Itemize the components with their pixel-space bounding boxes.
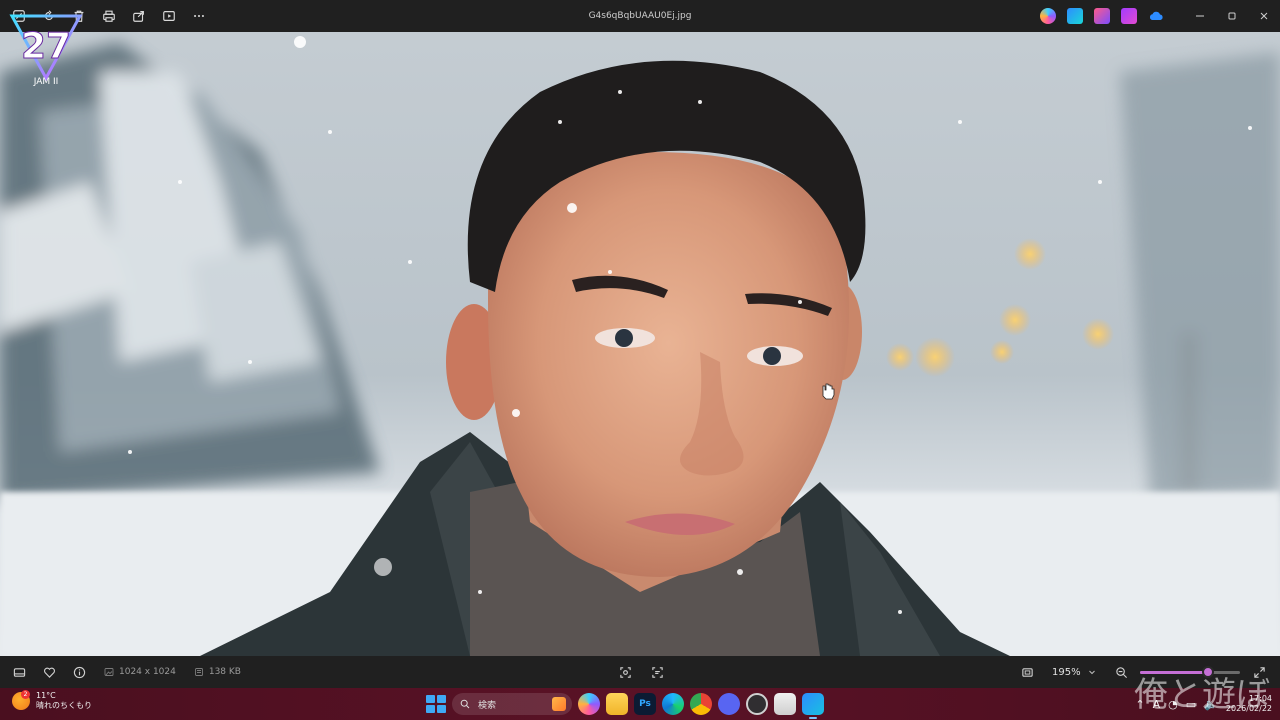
file-info-button[interactable] — [66, 659, 92, 685]
filmstrip-button[interactable] — [6, 659, 32, 685]
info-bar: 1024 x 1024 138 KB 195% — [0, 656, 1280, 688]
dimensions-text: 1024 x 1024 — [119, 667, 176, 677]
start-button[interactable] — [424, 693, 446, 715]
weather-text: 11°C 晴れのちくもり — [36, 691, 92, 711]
zoom-out-button[interactable] — [1108, 659, 1134, 685]
zoom-slider[interactable] — [1140, 661, 1240, 683]
clipchamp-icon[interactable] — [1121, 8, 1137, 24]
expand-icon — [1253, 666, 1265, 678]
chrome-icon[interactable] — [690, 693, 712, 715]
dimensions-info: 1024 x 1024 — [104, 667, 176, 677]
scan-text-button[interactable] — [644, 659, 670, 685]
text-scan-icon — [651, 666, 663, 678]
search-icon — [460, 699, 470, 709]
designer-icon[interactable] — [1067, 8, 1083, 24]
photoshop-icon[interactable]: Ps — [634, 693, 656, 715]
copilot-icon[interactable] — [1040, 8, 1056, 24]
minimize-button[interactable] — [1184, 0, 1216, 32]
share-button[interactable] — [126, 3, 152, 29]
windows-taskbar: 2 11°C 晴れのちくもり 検索 Ps ⌃ A ◔ ▭ 🔈 17:04 202… — [0, 688, 1280, 720]
display-icon[interactable]: ▭ — [1186, 698, 1196, 711]
onedrive-icon[interactable] — [1148, 8, 1164, 24]
restore-icon — [1228, 12, 1236, 20]
share-icon — [133, 11, 144, 22]
file-size-info: 138 KB — [194, 667, 241, 677]
clock[interactable]: 17:04 2026/02/22 — [1226, 694, 1272, 714]
file-explorer-icon[interactable] — [606, 693, 628, 715]
photos-taskbar-icon[interactable] — [802, 693, 824, 719]
info-bar-right: 195% — [1014, 656, 1272, 688]
maximize-button[interactable] — [1216, 0, 1248, 32]
file-size-text: 138 KB — [208, 667, 241, 677]
system-tray: ⌃ A ◔ ▭ 🔈 17:04 2026/02/22 — [1135, 688, 1272, 720]
weather-icon: 2 — [12, 690, 30, 710]
ime-icon[interactable]: A — [1153, 698, 1161, 711]
fit-icon — [1021, 667, 1033, 677]
zoom-slider-thumb[interactable] — [1202, 666, 1214, 678]
info-bar-left: 1024 x 1024 138 KB — [0, 656, 241, 688]
image-canvas[interactable] — [0, 32, 1280, 656]
info-icon — [73, 666, 85, 678]
visual-search-button[interactable] — [612, 659, 638, 685]
obs-icon[interactable] — [746, 693, 768, 715]
heart-icon — [43, 667, 55, 678]
store-icon[interactable] — [774, 693, 796, 715]
svg-text:JAM II: JAM II — [33, 77, 59, 86]
search-highlight-icon — [552, 697, 566, 711]
favorite-button[interactable] — [36, 659, 62, 685]
info-bar-center — [612, 659, 670, 685]
network-icon[interactable]: ◔ — [1168, 698, 1178, 711]
photos-app-window: G4s6qBqbUAAU0Ej.jpg 27 JAM II 1024 x 102… — [0, 0, 1280, 720]
zoom-slider-fill — [1140, 671, 1208, 674]
volume-icon[interactable]: 🔈 — [1204, 698, 1218, 711]
print-button[interactable] — [96, 3, 122, 29]
channel-logo: 27 JAM II — [6, 6, 86, 87]
search-label: 検索 — [478, 700, 497, 711]
play-icon — [163, 11, 175, 21]
weather-widget[interactable]: 2 11°C 晴れのちくもり — [12, 690, 92, 711]
zoom-out-icon — [1115, 666, 1127, 678]
close-button[interactable] — [1248, 0, 1280, 32]
svg-text:27: 27 — [21, 26, 71, 67]
photo — [0, 32, 1280, 656]
scan-icon — [619, 666, 631, 678]
printer-icon — [103, 10, 115, 22]
edge-icon[interactable] — [662, 693, 684, 715]
chevron-up-icon[interactable]: ⌃ — [1135, 698, 1144, 711]
clock-time: 17:04 — [1248, 694, 1272, 703]
full-screen-button[interactable] — [1246, 659, 1272, 685]
title-bar-right — [1040, 0, 1280, 32]
app-shortcuts — [1040, 8, 1164, 24]
paint-icon[interactable] — [1094, 8, 1110, 24]
close-icon — [1260, 12, 1268, 20]
disk-icon — [194, 668, 203, 676]
minimize-icon — [1196, 15, 1204, 17]
discord-icon[interactable] — [718, 693, 740, 715]
image-icon — [104, 668, 114, 676]
fit-to-window-button[interactable] — [1014, 659, 1040, 685]
copilot-taskbar-icon[interactable] — [578, 693, 600, 715]
chevron-down-icon — [1089, 670, 1095, 675]
more-icon — [194, 14, 204, 18]
weather-desc: 晴れのちくもり — [36, 701, 92, 710]
clock-date: 2026/02/22 — [1225, 704, 1272, 713]
taskbar-apps: 検索 Ps — [424, 688, 824, 720]
weather-badge: 2 — [21, 690, 30, 699]
window-controls — [1184, 0, 1280, 32]
filmstrip-icon — [13, 667, 25, 677]
zoom-level-dropdown[interactable]: 195% — [1046, 661, 1102, 683]
more-options-button[interactable] — [186, 3, 212, 29]
zoom-level-text: 195% — [1052, 666, 1081, 678]
taskbar-search[interactable]: 検索 — [452, 693, 572, 715]
slideshow-button[interactable] — [156, 3, 182, 29]
title-bar: G4s6qBqbUAAU0Ej.jpg — [0, 0, 1280, 32]
weather-temp: 11°C — [36, 691, 56, 700]
